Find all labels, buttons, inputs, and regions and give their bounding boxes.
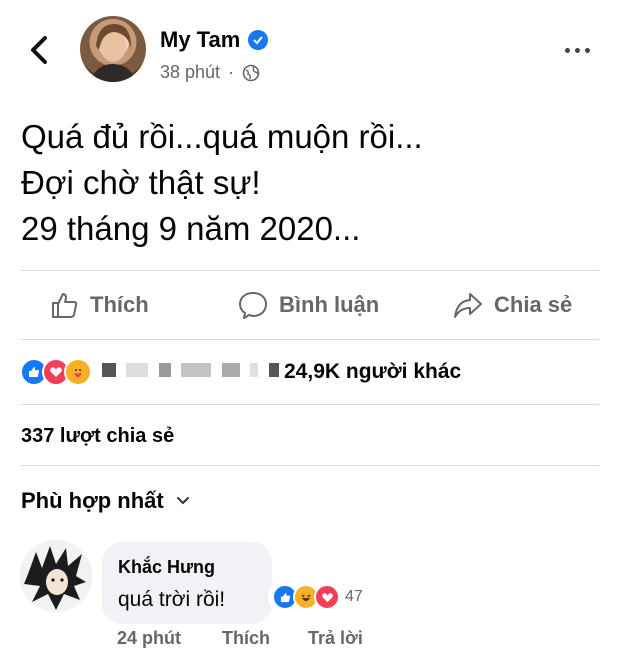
author-name-text[interactable]: My Tam [160, 27, 240, 53]
like-button[interactable]: Thích [50, 287, 149, 323]
blurred-text [250, 362, 259, 377]
blurred-text [268, 362, 279, 377]
comment-reply-button[interactable]: Trả lời [308, 628, 363, 649]
chevron-left-icon [31, 36, 47, 64]
share-count[interactable]: 337 lượt chia sẻ [21, 425, 174, 448]
commenter-name[interactable]: Khắc Hưng [118, 557, 215, 578]
comment-sort-dropdown[interactable]: Phù hợp nhất [21, 488, 190, 514]
comment-reaction-count: 47 [345, 588, 363, 605]
sort-label: Phù hợp nhất [21, 488, 164, 513]
share-button[interactable]: Chia sẻ [452, 287, 572, 323]
back-button[interactable] [22, 30, 56, 70]
care-reaction-icon [64, 358, 92, 386]
blurred-text [158, 362, 171, 377]
love-reaction-icon [314, 584, 340, 610]
divider [21, 465, 599, 466]
blurred-text [126, 362, 149, 377]
blurred-names [102, 362, 285, 382]
like-label: Thích [90, 292, 149, 317]
comment-time: 24 phút [117, 628, 182, 648]
divider [21, 404, 599, 405]
author-name[interactable]: My Tam [160, 27, 269, 53]
comment-text: quá trời rồi! [118, 588, 226, 611]
comment-button[interactable]: Bình luận [237, 287, 379, 323]
verified-badge-icon [248, 30, 269, 50]
divider [21, 339, 599, 340]
commenter-avatar[interactable] [20, 540, 92, 612]
post-time[interactable]: 38 phút [160, 62, 220, 83]
post-text: Quá đủ rồi...quá muộn rồi... Đợi chờ thậ… [21, 114, 423, 252]
commenter-photo [20, 540, 92, 612]
dot-separator: · [228, 62, 235, 82]
post-line: 29 tháng 9 năm 2020... [21, 210, 361, 247]
more-icon [565, 47, 570, 53]
more-options-button[interactable] [565, 40, 599, 60]
post-line: Quá đủ rồi...quá muộn rồi... [21, 118, 423, 155]
blurred-text [181, 362, 212, 377]
blurred-text [221, 362, 240, 377]
thumbs-up-icon [52, 293, 78, 318]
blurred-text [102, 362, 116, 377]
chevron-down-icon [176, 497, 189, 505]
share-icon [454, 293, 482, 318]
reactions-summary[interactable] [20, 357, 285, 387]
post-meta: 38 phút · [160, 62, 260, 83]
comment-label: Bình luận [279, 292, 380, 317]
reaction-count[interactable]: 24,9K người khác [284, 357, 461, 387]
comment-reactions[interactable]: 47 [268, 582, 367, 612]
share-label: Chia sẻ [494, 292, 573, 317]
comment-like-button[interactable]: Thích [222, 628, 270, 649]
globe-icon [242, 64, 260, 81]
more-icon-dot [585, 47, 590, 53]
more-icon-dot [575, 47, 580, 53]
post-line: Đợi chờ thật sự! [21, 164, 261, 201]
author-photo [90, 24, 136, 82]
author-avatar[interactable] [80, 16, 146, 82]
divider [21, 270, 599, 271]
comment-icon [239, 292, 267, 319]
